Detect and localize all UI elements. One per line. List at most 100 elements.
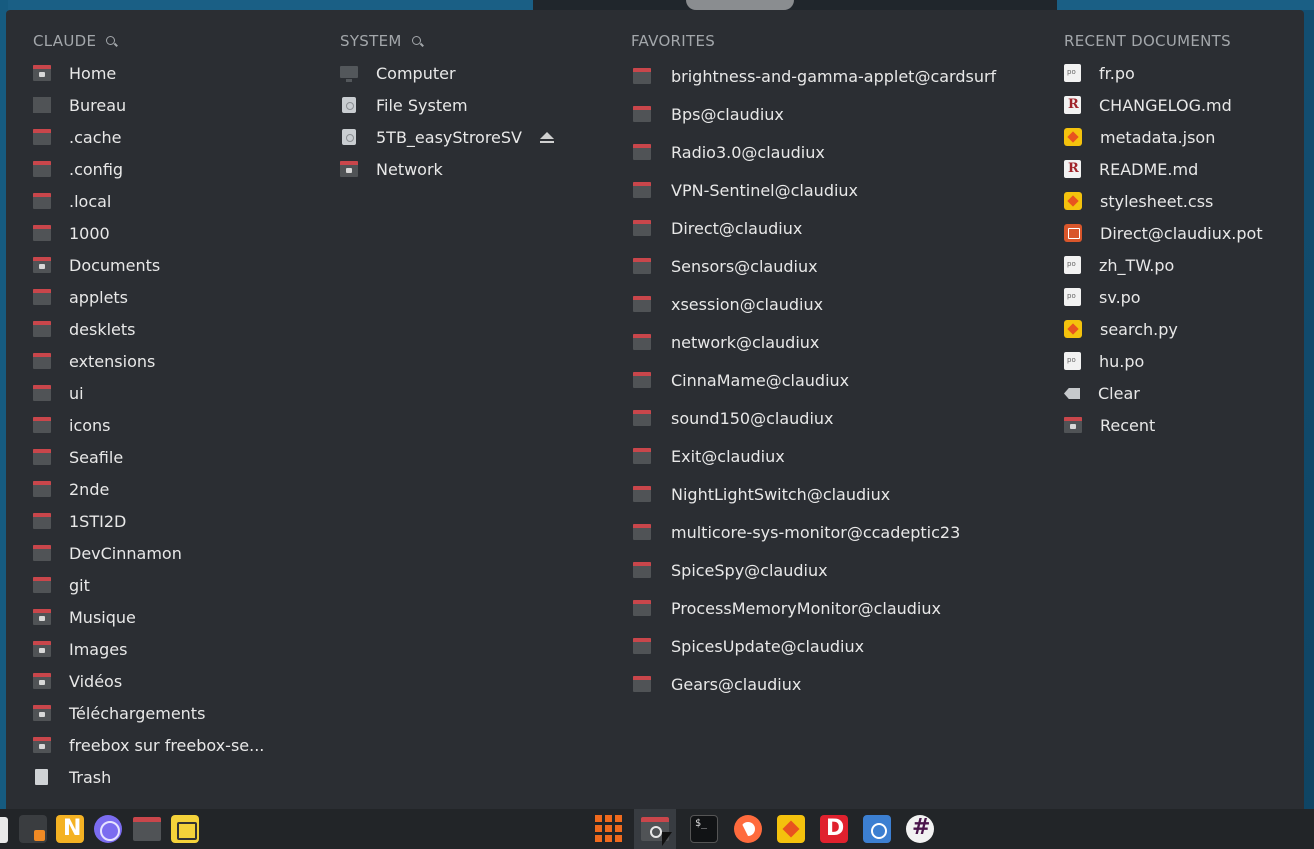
list-item[interactable]: .local (33, 188, 111, 214)
list-item[interactable]: NightLightSwitch@claudiux (633, 481, 890, 507)
favorites-column-header: FAVORITES (631, 31, 715, 51)
list-item[interactable]: Direct@claudiux (633, 215, 802, 241)
code-editor-icon[interactable] (777, 815, 805, 843)
list-item[interactable]: Seafile (33, 444, 123, 470)
list-item-label: 2nde (69, 479, 110, 499)
folder-icon (633, 638, 651, 654)
list-item[interactable]: CinnaMame@claudiux (633, 367, 849, 393)
list-item[interactable]: git (33, 572, 90, 598)
list-item[interactable]: Gears@claudiux (633, 671, 801, 697)
recent-folder-icon (1064, 417, 1082, 433)
list-item-label: Computer (376, 63, 456, 83)
drive-icon (342, 129, 356, 145)
list-item[interactable]: desklets (33, 316, 136, 342)
launcher-stub-icon[interactable] (0, 817, 8, 843)
list-item[interactable]: network@claudiux (633, 329, 819, 355)
css-file-icon (1064, 192, 1082, 210)
list-item[interactable]: Network (340, 156, 443, 182)
list-item[interactable]: zh_TW.po (1064, 252, 1174, 278)
list-item[interactable]: ProcessMemoryMonitor@claudiux (633, 595, 941, 621)
list-item[interactable]: DevCinnamon (33, 540, 182, 566)
list-item[interactable]: Documents (33, 252, 160, 278)
list-item[interactable]: Recent (1064, 412, 1155, 438)
list-item[interactable]: .config (33, 156, 123, 182)
list-item[interactable]: File System (340, 92, 468, 118)
browser-app-icon[interactable] (94, 815, 122, 843)
list-item[interactable]: applets (33, 284, 128, 310)
list-item[interactable]: Home (33, 60, 116, 86)
calculator-icon[interactable] (19, 815, 47, 843)
terminal-icon[interactable] (690, 815, 718, 843)
list-item[interactable]: .cache (33, 124, 121, 150)
list-item[interactable]: Bureau (33, 92, 126, 118)
folder-icon (633, 676, 651, 692)
list-item[interactable]: sound150@claudiux (633, 405, 834, 431)
list-item-label: CinnaMame@claudiux (671, 370, 850, 390)
list-item-label: Exit@claudiux (671, 446, 785, 466)
list-item[interactable]: extensions (33, 348, 155, 374)
list-item[interactable]: 5TB_easyStroreSV (340, 124, 554, 150)
list-item[interactable]: brightness-and-gamma-applet@cardsurf (633, 63, 996, 89)
list-item[interactable]: ui (33, 380, 84, 406)
folder-icon (633, 600, 651, 616)
list-item[interactable]: xsession@claudiux (633, 291, 823, 317)
clear-icon (1064, 388, 1080, 399)
list-item[interactable]: SpiceSpy@claudiux (633, 557, 828, 583)
list-item[interactable]: Sensors@claudiux (633, 253, 818, 279)
notes-app-icon[interactable] (56, 815, 84, 843)
app-grid-icon[interactable] (595, 815, 623, 843)
sticky-notes-icon[interactable] (171, 815, 199, 843)
list-item[interactable]: CHANGELOG.md (1064, 92, 1232, 118)
list-item[interactable]: 2nde (33, 476, 109, 502)
user-column-header: CLAUDE (33, 31, 116, 51)
list-item[interactable]: Clear (1064, 380, 1140, 406)
list-item-label: xsession@claudiux (671, 294, 824, 314)
list-item[interactable]: README.md (1064, 156, 1198, 182)
list-item-label: icons (69, 415, 111, 435)
list-item[interactable]: Musique (33, 604, 136, 630)
list-item[interactable]: freebox sur freebox-se... (33, 732, 264, 758)
list-item[interactable]: Images (33, 636, 127, 662)
folder-icon (33, 225, 51, 241)
list-item[interactable]: Exit@claudiux (633, 443, 785, 469)
list-item-label: Direct@claudiux.pot (1100, 223, 1263, 243)
search-icon[interactable] (411, 35, 421, 45)
file-manager-icon[interactable] (133, 817, 161, 841)
slack-icon[interactable] (906, 815, 934, 843)
list-item-label: Musique (69, 607, 136, 627)
list-item[interactable]: sv.po (1064, 284, 1141, 310)
list-item-label: Radio3.0@claudiux (671, 142, 825, 162)
list-item[interactable]: Vidéos (33, 668, 122, 694)
network-folder-icon (33, 737, 51, 753)
list-item[interactable]: metadata.json (1064, 124, 1215, 150)
list-item[interactable]: multicore-sys-monitor@ccadeptic23 (633, 519, 960, 545)
search-icon[interactable] (106, 35, 116, 45)
list-item[interactable]: 1STI2D (33, 508, 126, 534)
list-item[interactable]: Téléchargements (33, 700, 205, 726)
list-item[interactable]: Bps@claudiux (633, 101, 784, 127)
drive-icon (342, 97, 356, 113)
folder-icon (33, 321, 51, 337)
system-column-header: SYSTEM (340, 31, 421, 51)
favorites-column-title: FAVORITES (631, 32, 716, 50)
list-item[interactable]: 1000 (33, 220, 110, 246)
list-item[interactable]: Radio3.0@claudiux (633, 139, 825, 165)
list-item-label: README.md (1099, 159, 1199, 179)
list-item[interactable]: stylesheet.css (1064, 188, 1213, 214)
list-item[interactable]: hu.po (1064, 348, 1144, 374)
list-item[interactable]: Direct@claudiux.pot (1064, 220, 1263, 246)
list-item[interactable]: fr.po (1064, 60, 1135, 86)
list-item[interactable]: SpicesUpdate@claudiux (633, 633, 864, 659)
json-file-icon (1064, 128, 1082, 146)
eject-icon[interactable] (540, 131, 554, 143)
screenshot-tool-icon[interactable] (863, 815, 891, 843)
list-item[interactable]: Trash (33, 764, 111, 790)
firefox-icon[interactable] (734, 815, 762, 843)
list-item[interactable]: icons (33, 412, 111, 438)
list-item[interactable]: VPN-Sentinel@claudiux (633, 177, 858, 203)
list-item-label: Vidéos (69, 671, 123, 691)
list-item[interactable]: Computer (340, 60, 456, 86)
d-app-icon[interactable] (820, 815, 848, 843)
list-item[interactable]: search.py (1064, 316, 1178, 342)
list-item-label: sound150@claudiux (671, 408, 834, 428)
